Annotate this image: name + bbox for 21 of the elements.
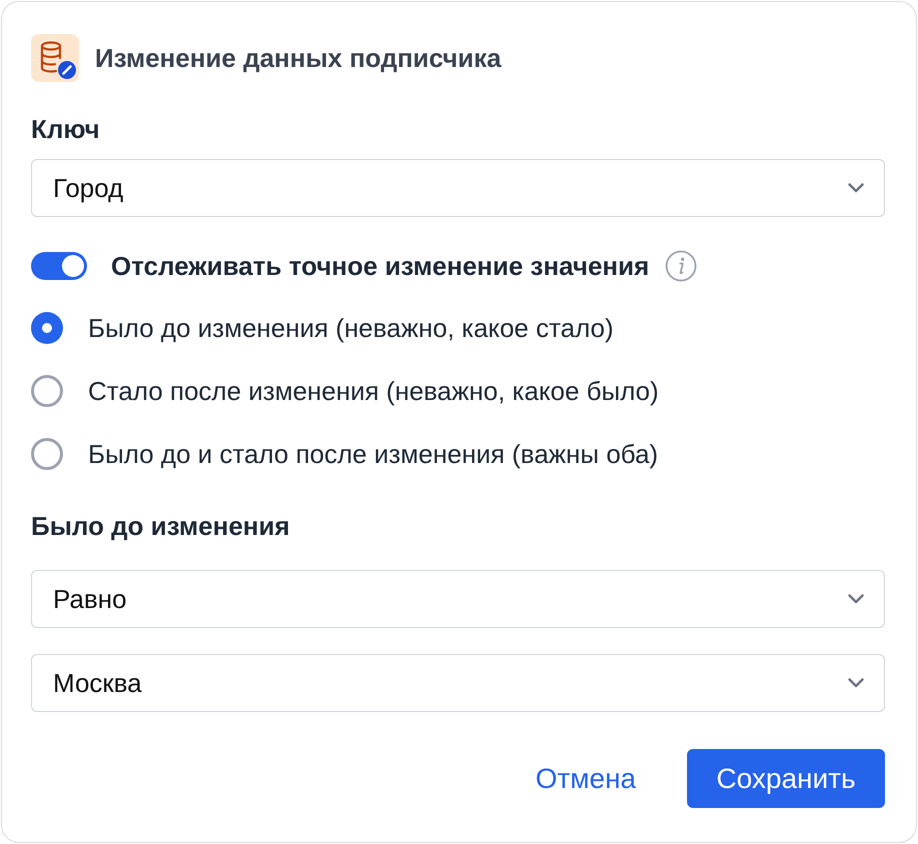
radio-label[interactable]: Было до изменения (неважно, какое стало) <box>88 313 614 343</box>
select-field[interactable]: Москва <box>31 654 885 712</box>
chevron-down-icon <box>848 183 864 193</box>
radio-button[interactable] <box>31 375 63 407</box>
toggle-switch[interactable] <box>31 252 87 280</box>
radio-label[interactable]: Стало после изменения (неважно, какое было) <box>88 376 659 406</box>
chevron-down-icon <box>848 594 864 604</box>
chevron-down-icon <box>848 678 864 688</box>
cancel-link[interactable]: Отмена <box>516 752 655 806</box>
save-button[interactable]: Сохранить <box>687 749 885 808</box>
select-field[interactable]: Город <box>31 159 885 217</box>
field-label: Было до изменения <box>31 511 291 541</box>
select-field[interactable]: Равно <box>31 570 885 628</box>
radio-button[interactable] <box>31 312 63 344</box>
info-icon <box>665 250 698 282</box>
database-edit-icon <box>31 34 79 82</box>
field-label: Ключ <box>31 114 101 144</box>
dialog-title: Изменение данных подписчика <box>95 43 502 73</box>
radio-label[interactable]: Было до и стало после изменения (важны оба) <box>88 439 658 469</box>
radio-button[interactable] <box>31 438 63 470</box>
toggle-label: Отслеживать точное изменение значения <box>111 251 650 281</box>
